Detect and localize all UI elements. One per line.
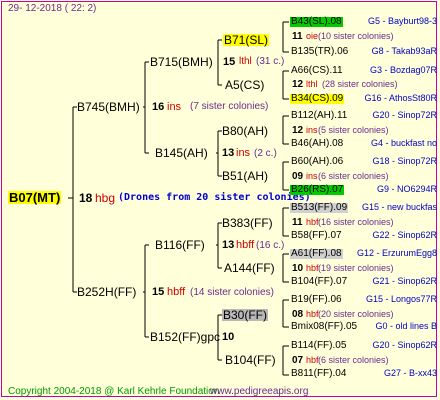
- g4-ref: G5 - Bayburt98-3: [367, 16, 437, 26]
- g4-node: Bmix08(FF).05: [291, 321, 358, 332]
- g4-tag: oie: [306, 31, 319, 41]
- g4-ref: G22 - Sinop62R: [372, 230, 437, 240]
- g4-ref: G27 - B-xx43: [383, 368, 437, 378]
- g3-node: A5(CS): [225, 78, 265, 92]
- g4-ref: G15 - new buckfas: [361, 202, 437, 212]
- g4-note: (16 sister colonies): [318, 217, 394, 227]
- g3-num: 15: [223, 56, 236, 68]
- g4-tag: hbf: [306, 309, 319, 319]
- g2-node: B145(AH): [155, 146, 208, 160]
- date-stamp: 29- 12-2018 ( 22: 2): [8, 3, 97, 14]
- g4-tag: hbf: [306, 217, 319, 227]
- g4-node: B34(CS).09: [290, 93, 345, 104]
- g4-tag: ins: [306, 171, 318, 181]
- g4-node: B811(FF).04: [291, 368, 347, 379]
- g4-tag: ins: [306, 125, 318, 135]
- g4-ref: G4 - buckfast no: [370, 138, 437, 148]
- g4-ref: G21 - Sinop62R: [372, 276, 437, 286]
- g4-ref: G8 - Takab93aR: [371, 46, 437, 56]
- g3-node: B383(FF): [222, 216, 273, 230]
- g4-node: B112(AH).11: [291, 110, 348, 121]
- g4-num: 10: [292, 263, 304, 274]
- g4-ref: G0 - old lines B: [375, 321, 437, 331]
- footer-site: www.pedigreeapis.org: [210, 386, 309, 397]
- g1-node: B252H(FF): [77, 285, 137, 299]
- g4-num: 11: [292, 217, 303, 228]
- g2-num: 10: [222, 331, 235, 343]
- g4-ref: G3 - Bozdag07R: [369, 65, 437, 75]
- root-node: B07(MT): [8, 190, 62, 205]
- g4-node: B19(FF).06: [291, 294, 342, 305]
- g4-num: 11: [292, 31, 303, 42]
- g4-ref: G20 - Sinop62R: [372, 340, 437, 350]
- g3-node: B104(FF): [225, 353, 276, 367]
- g2-node: B116(FF): [155, 238, 205, 252]
- g4-num: 09: [292, 171, 304, 182]
- g4-node: B135(TR).06: [291, 46, 349, 57]
- g4-node: B26(RS).07: [290, 184, 345, 195]
- g4-node: B46(AH).08: [291, 138, 344, 149]
- g4-note: (28 sister colonies): [322, 79, 398, 89]
- root-num: 18: [79, 191, 93, 205]
- g3-note: (31 c.): [256, 56, 285, 67]
- g4-node: A66(CS).11: [291, 65, 343, 76]
- g4-node: B43(SL).08: [290, 16, 343, 27]
- g4-node: B114(FF).05: [291, 340, 347, 351]
- g4-note: (6 sister colonies): [318, 171, 389, 181]
- g2-num: 13: [222, 239, 235, 251]
- root-tag: hbg: [95, 191, 116, 205]
- g4-ref: G16 - AthosSt80R: [364, 93, 437, 103]
- root-note: (Drones from 20 sister colonies): [118, 192, 311, 203]
- g1-note: (14 sister colonies): [190, 287, 274, 298]
- g2-tag: ins: [236, 147, 251, 159]
- g3-node: B80(AH): [222, 124, 269, 138]
- g3-node: B71(SL): [223, 33, 270, 47]
- g2-note: (16 c.): [256, 240, 285, 251]
- g4-num: 12: [292, 79, 304, 90]
- g1-num: 15: [152, 286, 165, 298]
- g1-tag: hbff: [167, 286, 186, 298]
- g4-node: B104(FF).07: [291, 276, 348, 287]
- g4-ref: G9 - NO6294R: [376, 184, 437, 194]
- g4-ref: G15 - Longos77R: [365, 294, 437, 304]
- g3-node: B51(AH): [222, 169, 269, 183]
- g4-note: (5 sister colonies): [318, 125, 389, 135]
- g2-tag: hbff: [236, 239, 255, 251]
- g4-num: 07: [292, 355, 304, 366]
- g3-node: A144(FF): [224, 261, 275, 275]
- g3-node: B30(FF): [222, 308, 269, 322]
- g4-num: 12: [292, 125, 304, 136]
- g4-ref: G18 - Sinop72R: [372, 156, 437, 166]
- footer-copyright: Copyright 2004-2018 @ Karl Kehrle Founda…: [8, 386, 220, 397]
- g4-num: 08: [292, 309, 304, 320]
- g4-node: A61(FF).08: [290, 248, 343, 259]
- g4-note: (19 sister colonies): [318, 263, 394, 273]
- g4-note: (6 sister colonies): [318, 355, 389, 365]
- g4-note: (10 sister colonies): [318, 31, 394, 41]
- g2-note: (2 c.): [254, 148, 277, 159]
- g1-num: 16: [152, 101, 165, 113]
- g4-tag: lthl: [306, 79, 318, 89]
- g4-note: (20 sister colonies): [318, 309, 394, 319]
- g2-num: 13: [222, 147, 235, 159]
- g2-node: B715(BMH): [150, 55, 213, 69]
- g1-node: B745(BMH): [77, 100, 140, 114]
- g4-tag: hbf: [306, 263, 319, 273]
- g4-node: B60(AH).06: [291, 156, 344, 167]
- g4-tag: hbf: [306, 355, 319, 365]
- g4-node: B58(FF).07: [291, 230, 342, 241]
- g4-node: B513(FF).09: [290, 202, 349, 213]
- g1-tag: ins: [167, 101, 182, 113]
- g4-ref: G20 - Sinop72R: [372, 110, 437, 120]
- g3-tag: lthl: [239, 56, 252, 67]
- g2-node: B152(FF)gpc: [150, 330, 221, 344]
- g4-ref: G12 - ErzurumEgg8: [356, 248, 437, 258]
- g1-note: (7 sister colonies): [190, 101, 269, 112]
